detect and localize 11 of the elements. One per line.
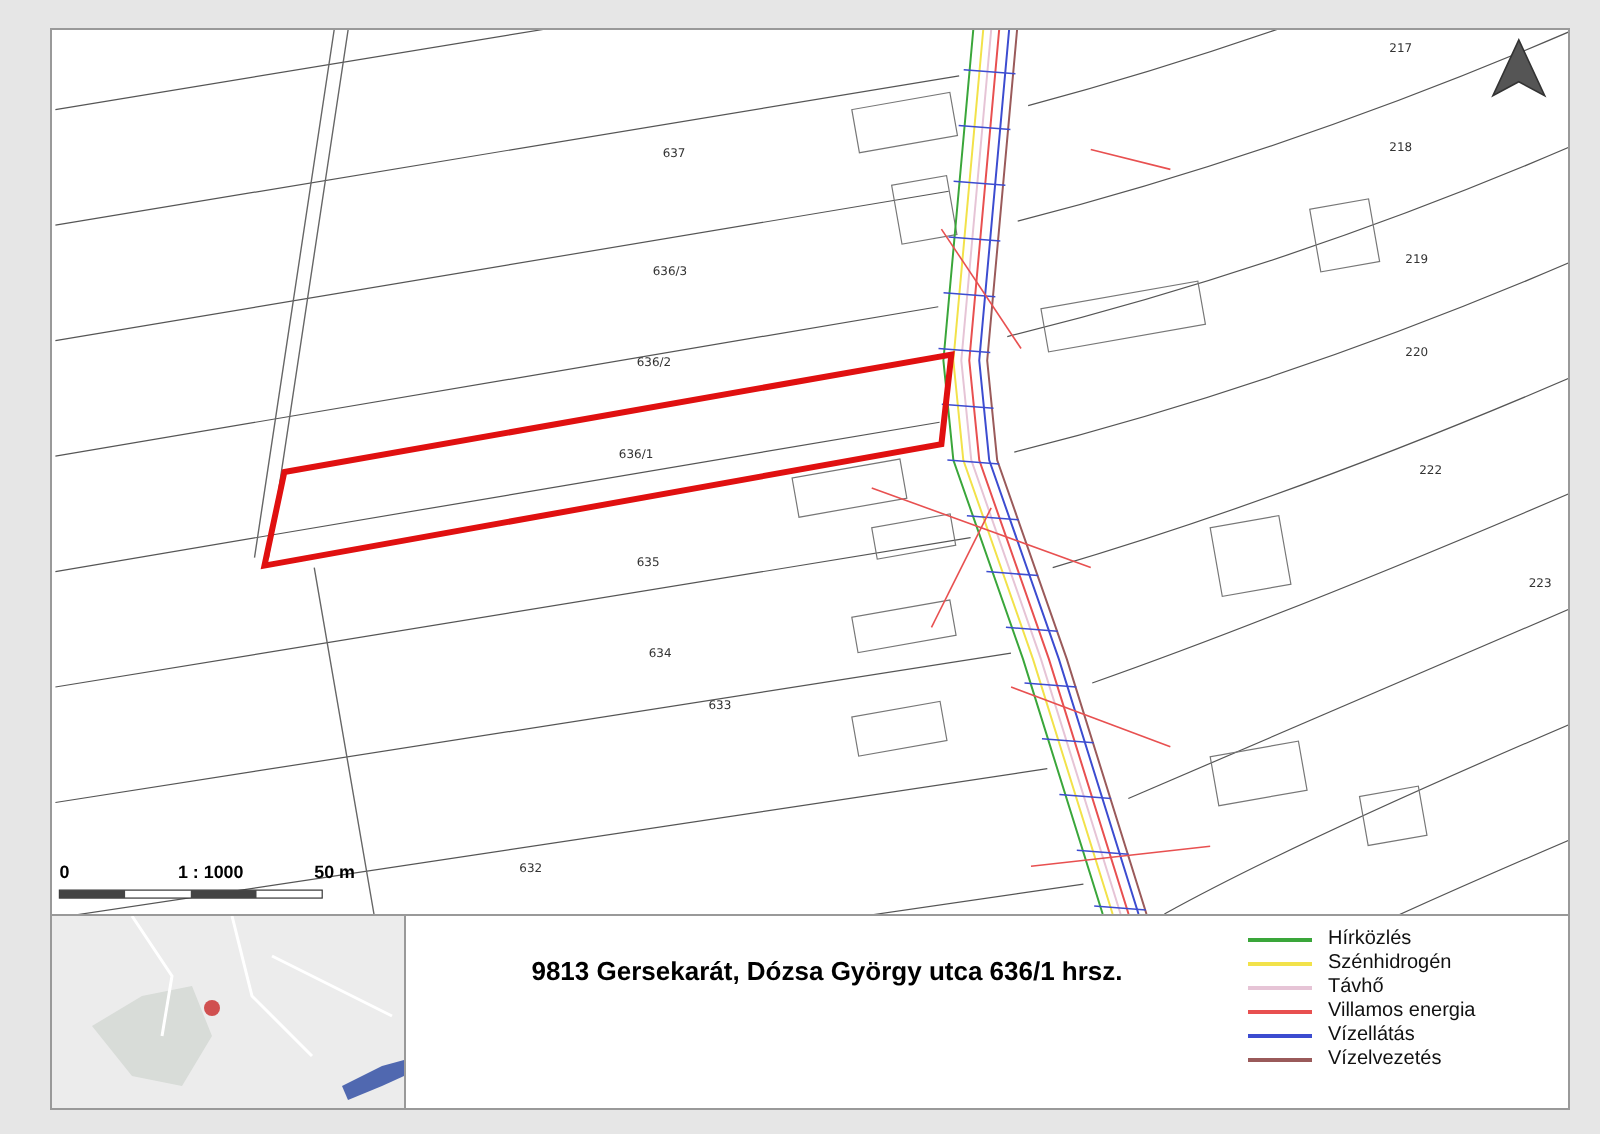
scale-end: 50 m (314, 862, 355, 883)
map-title: 9813 Gersekarát, Dózsa György utca 636/1 hrsz. (531, 956, 1123, 990)
legend-label: Villamos energia (1328, 1000, 1476, 1022)
legend-label: Szénhidrogén (1328, 952, 1452, 974)
legend-label: Hírközlés (1328, 928, 1412, 950)
legend-label: Vízellátás (1328, 1024, 1415, 1046)
legend-label: Vízelvezetés (1328, 1048, 1442, 1070)
scale-ratio: 1 : 1000 (177, 862, 244, 883)
legend-label: Távhő (1328, 976, 1384, 998)
north-arrow-icon (1491, 38, 1547, 98)
scale-start: 0 (59, 862, 70, 883)
